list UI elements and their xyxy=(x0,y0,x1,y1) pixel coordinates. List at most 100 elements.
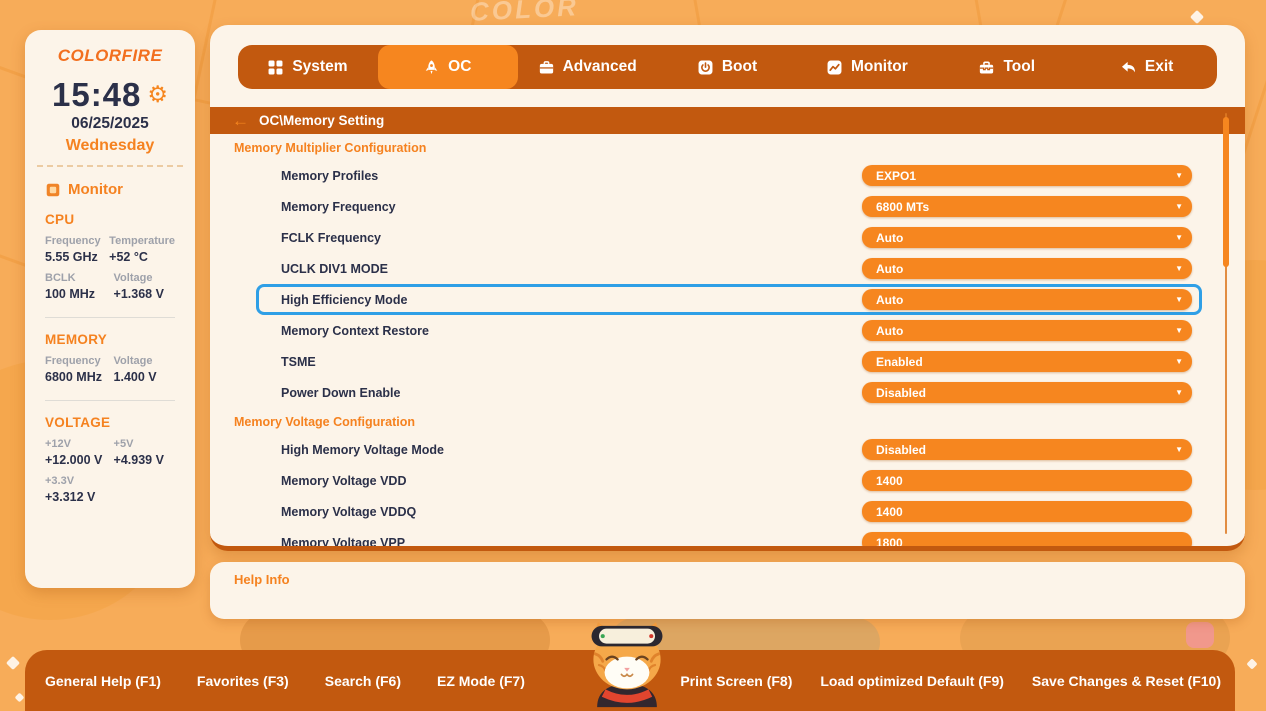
gear-icon: ⚙ xyxy=(147,83,168,106)
function-key-f6[interactable]: Search (F6) xyxy=(325,673,401,689)
setting-input[interactable]: 1400 xyxy=(862,501,1192,522)
setting-row-high-memory-voltage-mode[interactable]: High Memory Voltage ModeDisabled▼ xyxy=(256,434,1202,465)
setting-label: TSME xyxy=(259,355,316,369)
sparkle-icon xyxy=(1190,10,1204,24)
function-key-f3[interactable]: Favorites (F3) xyxy=(197,673,289,689)
tab-monitor[interactable]: Monitor xyxy=(797,45,937,89)
caret-down-icon: ▼ xyxy=(1175,265,1183,273)
setting-value: 1400 xyxy=(876,505,903,519)
function-keys-left: General Help (F1) Favorites (F3) Search (F… xyxy=(45,673,525,689)
setting-input[interactable]: 1400 xyxy=(862,470,1192,491)
setting-dropdown[interactable]: Auto ▼ xyxy=(862,258,1192,279)
setting-value: Disabled xyxy=(876,443,926,457)
reply-arrow-icon xyxy=(1121,60,1136,75)
setting-dropdown[interactable]: Auto ▼ xyxy=(862,320,1192,341)
setting-value: Auto xyxy=(876,262,903,276)
tab-label: Boot xyxy=(722,58,757,76)
help-panel: Help Info xyxy=(210,562,1245,619)
tab-exit[interactable]: Exit xyxy=(1077,45,1217,89)
function-key-f10[interactable]: Save Changes & Reset (F10) xyxy=(1032,673,1221,689)
setting-dropdown[interactable]: Disabled▼ xyxy=(862,439,1192,460)
clock-date: 06/25/2025 xyxy=(25,115,195,133)
setting-row-high-efficiency-mode[interactable]: High Efficiency ModeAuto▼ xyxy=(256,284,1202,315)
setting-value: Enabled xyxy=(876,355,923,369)
function-key-f7[interactable]: EZ Mode (F7) xyxy=(437,673,525,689)
scrollbar[interactable] xyxy=(1223,113,1229,534)
section-title: Memory Voltage Configuration xyxy=(234,414,1245,430)
sparkle-icon xyxy=(1246,658,1257,669)
sensor-label: Voltage xyxy=(114,355,175,367)
sensor-row: BCLK100 MHzVoltage+1.368 V xyxy=(45,272,175,301)
tab-system[interactable]: System xyxy=(238,45,378,89)
sensor-row: +3.3V +3.312 V xyxy=(45,475,175,504)
setting-label: Memory Context Restore xyxy=(259,324,429,338)
sensor-cell: Frequency 6800 MHz xyxy=(45,355,110,384)
back-button[interactable]: ← xyxy=(232,112,249,129)
sensor-value: +52 °C xyxy=(109,250,175,264)
sensor-value: 6800 MHz xyxy=(45,370,110,384)
setting-row-memory-voltage-vpp[interactable]: Memory Voltage VPP1800 xyxy=(256,527,1202,551)
setting-dropdown[interactable]: Auto▼ xyxy=(862,289,1192,310)
setting-row-tsme[interactable]: TSME Enabled ▼ xyxy=(256,346,1202,377)
sidebar-section-title: VOLTAGE xyxy=(45,415,175,430)
chart-icon xyxy=(827,60,842,75)
caret-down-icon: ▼ xyxy=(1175,234,1183,242)
brand-logo: COLORFIRE xyxy=(25,46,195,66)
setting-value: EXPO1 xyxy=(876,169,916,183)
setting-dropdown[interactable]: Enabled ▼ xyxy=(862,351,1192,372)
caret-down-icon: ▼ xyxy=(1175,358,1183,366)
setting-value: Auto xyxy=(876,231,903,245)
tab-advanced[interactable]: Advanced xyxy=(518,45,658,89)
tab-label: System xyxy=(292,58,347,76)
sensor-value: 5.55 GHz xyxy=(45,250,105,264)
setting-dropdown[interactable]: Auto ▼ xyxy=(862,227,1192,248)
sensor-cell: +12V+12.000 V xyxy=(45,438,110,467)
setting-row-memory-profiles[interactable]: Memory ProfilesEXPO1▼ xyxy=(256,160,1202,191)
tab-label: Monitor xyxy=(851,58,908,76)
breadcrumb-path: OC\Memory Setting xyxy=(259,113,384,128)
function-key-f1[interactable]: General Help (F1) xyxy=(45,673,161,689)
setting-row-uclk-div1-mode[interactable]: UCLK DIV1 MODEAuto▼ xyxy=(256,253,1202,284)
top-nav: System OC Advanced Boot Monitor ToolExit xyxy=(238,45,1217,89)
caret-down-icon: ▼ xyxy=(1175,389,1183,397)
function-key-f9[interactable]: Load optimized Default (F9) xyxy=(820,673,1004,689)
sidebar-section-title: MEMORY xyxy=(45,332,175,347)
setting-row-memory-frequency[interactable]: Memory Frequency6800 MTs▼ xyxy=(256,191,1202,222)
setting-row-memory-voltage-vdd[interactable]: Memory Voltage VDD1400 xyxy=(256,465,1202,496)
setting-row-power-down-enable[interactable]: Power Down EnableDisabled▼ xyxy=(256,377,1202,408)
scrollbar-thumb[interactable] xyxy=(1223,117,1229,267)
sensor-cell: Voltage+1.368 V xyxy=(114,272,175,301)
tab-tool[interactable]: Tool xyxy=(937,45,1077,89)
setting-value: Auto xyxy=(876,324,903,338)
tab-oc[interactable]: OC xyxy=(378,45,518,89)
setting-value: 1800 xyxy=(876,536,903,550)
sensor-value: +12.000 V xyxy=(45,453,110,467)
setting-label: FCLK Frequency xyxy=(259,231,381,245)
sensor-row: Frequency5.55 GHzTemperature+52 °C xyxy=(45,235,175,264)
function-key-f8[interactable]: Print Screen (F8) xyxy=(680,673,792,689)
setting-row-fclk-frequency[interactable]: FCLK Frequency Auto ▼ xyxy=(256,222,1202,253)
clock-weekday: Wednesday xyxy=(25,137,195,155)
setting-dropdown[interactable]: 6800 MTs▼ xyxy=(862,196,1192,217)
main-panel: System OC Advanced Boot Monitor ToolExit ← OC… xyxy=(210,25,1245,551)
sensor-cell: Frequency5.55 GHz xyxy=(45,235,105,264)
setting-dropdown[interactable]: EXPO1▼ xyxy=(862,165,1192,186)
tab-boot[interactable]: Boot xyxy=(658,45,798,89)
sensor-cell: Temperature+52 °C xyxy=(109,235,175,264)
caret-down-icon: ▼ xyxy=(1175,327,1183,335)
sensor-label: Frequency xyxy=(45,355,110,367)
sensor-value: +3.312 V xyxy=(45,490,110,504)
sensor-cell: +3.3V +3.312 V xyxy=(45,475,110,504)
help-title: Help Info xyxy=(234,572,1245,587)
setting-row-memory-voltage-vddq[interactable]: Memory Voltage VDDQ1400 xyxy=(256,496,1202,527)
caret-down-icon: ▼ xyxy=(1175,203,1183,211)
dashed-divider xyxy=(37,165,183,167)
sensor-label: +3.3V xyxy=(45,475,110,487)
setting-row-memory-context-restore[interactable]: Memory Context Restore Auto ▼ xyxy=(256,315,1202,346)
section-divider xyxy=(45,400,175,401)
tab-label: OC xyxy=(448,58,471,76)
setting-input[interactable]: 1800 xyxy=(862,532,1192,551)
setting-dropdown[interactable]: Disabled▼ xyxy=(862,382,1192,403)
section-divider xyxy=(45,317,175,318)
sensor-label: +5V xyxy=(114,438,175,450)
